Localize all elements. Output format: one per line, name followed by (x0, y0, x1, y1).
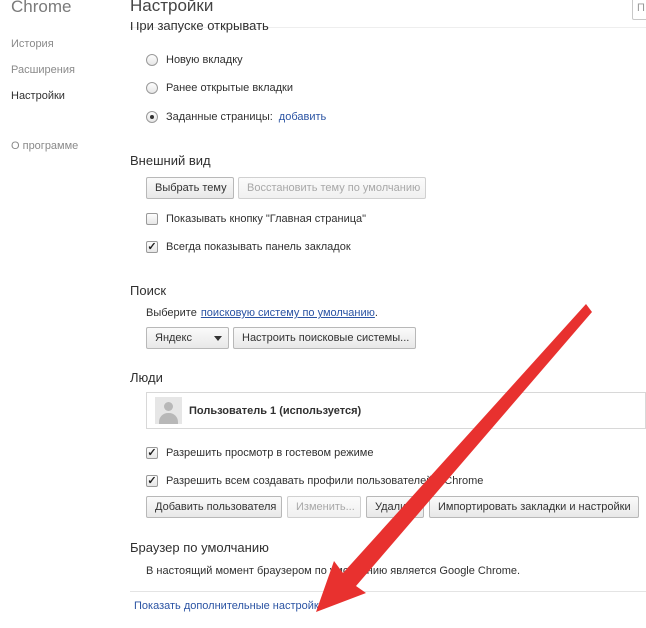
delete-user-button[interactable]: Удалить (366, 496, 424, 518)
edit-user-button[interactable]: Изменить... (287, 496, 361, 518)
show-home-row[interactable]: Показывать кнопку "Главная страница" (146, 211, 366, 227)
startup-section-title: При запуске открывать (130, 22, 330, 38)
avatar-icon (155, 397, 182, 424)
manage-search-engines-button[interactable]: Настроить поисковые системы... (233, 327, 416, 349)
radio-continue[interactable] (146, 82, 158, 94)
show-bookmarks-label: Всегда показывать панель закладок (166, 241, 351, 253)
search-suffix: . (374, 307, 378, 319)
search-engine-select[interactable]: Яндекс (146, 327, 229, 349)
reset-theme-button[interactable]: Восстановить тему по умолчанию (238, 177, 426, 199)
profile-list[interactable]: Пользователь 1 (используется) (146, 392, 646, 429)
anyone-profiles-row[interactable]: ✓ Разрешить всем создавать профили польз… (146, 473, 483, 489)
default-browser-status: В настоящий момент браузером по умолчани… (146, 565, 521, 577)
startup-option-pages[interactable]: Заданные страницы: добавить (146, 109, 326, 125)
show-bookmarks-checkbox[interactable]: ✓ (146, 241, 158, 253)
startup-option-label: Новую вкладку (166, 54, 243, 66)
search-section-title: Поиск (130, 283, 167, 298)
startup-option-label: Заданные страницы: (166, 111, 273, 123)
anyone-profiles-label: Разрешить всем создавать профили пользов… (166, 475, 484, 487)
add-user-button[interactable]: Добавить пользователя (146, 496, 282, 518)
sidebar-item-history[interactable]: История (11, 38, 54, 50)
chevron-down-icon (214, 336, 222, 341)
add-pages-link[interactable]: добавить (279, 111, 326, 123)
radio-new-tab[interactable] (146, 54, 158, 66)
sidebar-item-extensions[interactable]: Расширения (11, 64, 75, 76)
appearance-section-title: Внешний вид (130, 153, 211, 168)
search-placeholder: П (637, 2, 645, 14)
sidebar: Chrome История Расширения Настройки О пр… (0, 0, 118, 628)
guest-mode-checkbox[interactable]: ✓ (146, 447, 158, 459)
show-home-checkbox[interactable] (146, 213, 158, 225)
sidebar-item-about[interactable]: О программе (11, 140, 78, 152)
search-engine-link[interactable]: поисковую систему по умолчанию (201, 307, 375, 319)
guest-mode-label: Разрешить просмотр в гостевом режиме (166, 447, 374, 459)
profile-name: Пользователь 1 (используется) (189, 405, 362, 417)
search-engine-value: Яндекс (155, 332, 192, 344)
footer-divider (130, 591, 646, 592)
startup-option-new-tab[interactable]: Новую вкладку (146, 52, 243, 68)
guest-mode-row[interactable]: ✓ Разрешить просмотр в гостевом режиме (146, 445, 373, 461)
startup-option-label: Ранее открытые вкладки (166, 82, 294, 94)
sidebar-item-settings[interactable]: Настройки (11, 90, 65, 102)
startup-title-text: При запуске открывать (130, 22, 269, 33)
settings-main: Настройки П При запуске открывать Новую … (118, 0, 646, 628)
people-section-title: Люди (130, 370, 163, 385)
search-engine-description: Выберите поисковую систему по умолчанию … (146, 305, 378, 321)
show-advanced-settings-link[interactable]: Показать дополнительные настройки (134, 600, 325, 612)
brand-title: Chrome (11, 0, 72, 16)
choose-theme-button[interactable]: Выбрать тему (146, 177, 234, 199)
search-prefix: Выберите (146, 307, 197, 319)
startup-option-continue[interactable]: Ранее открытые вкладки (146, 80, 293, 96)
default-browser-section-title: Браузер по умолчанию (130, 540, 269, 555)
show-home-label: Показывать кнопку "Главная страница" (166, 213, 367, 225)
page-title: Настройки (130, 0, 214, 15)
show-bookmarks-row[interactable]: ✓ Всегда показывать панель закладок (146, 239, 351, 255)
radio-specific-pages[interactable] (146, 111, 158, 123)
anyone-profiles-checkbox[interactable]: ✓ (146, 475, 158, 487)
settings-search-input[interactable]: П (632, 0, 646, 20)
import-bookmarks-button[interactable]: Импортировать закладки и настройки (429, 496, 639, 518)
